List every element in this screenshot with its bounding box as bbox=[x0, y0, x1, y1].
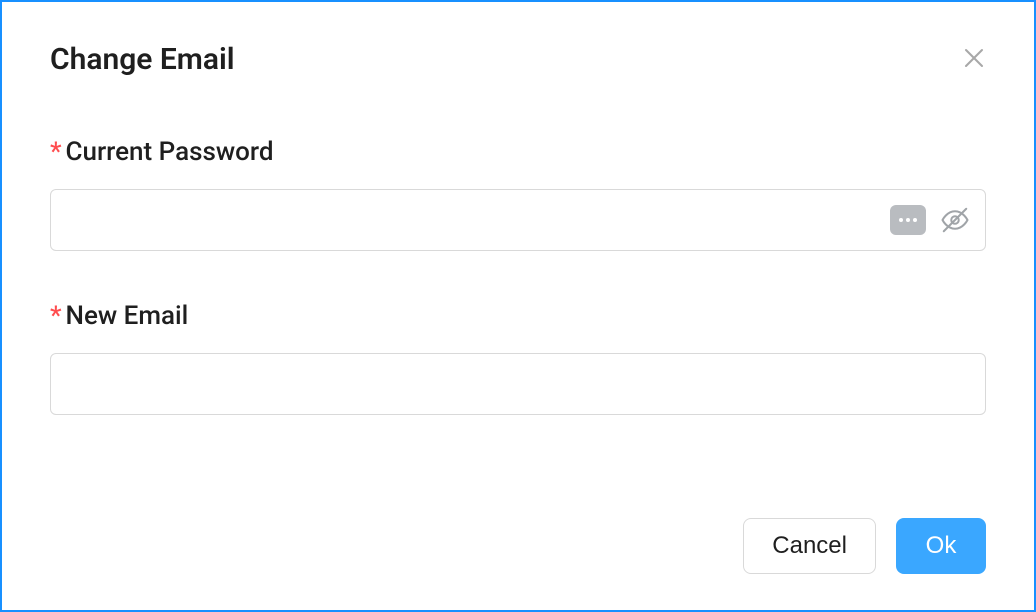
modal-footer: Cancel Ok bbox=[743, 518, 986, 574]
new-email-input-wrapper bbox=[50, 353, 986, 415]
new-email-label: *New Email bbox=[50, 301, 986, 331]
modal-title: Change Email bbox=[50, 42, 235, 77]
current-password-label-text: Current Password bbox=[66, 137, 274, 167]
change-email-modal: Change Email *Current Password bbox=[2, 2, 1034, 610]
password-manager-icon bbox=[890, 205, 926, 235]
ok-button[interactable]: Ok bbox=[896, 518, 986, 574]
current-password-input-wrapper bbox=[50, 189, 986, 251]
modal-header: Change Email bbox=[50, 42, 986, 77]
new-email-label-text: New Email bbox=[66, 301, 189, 331]
eye-off-icon bbox=[940, 205, 970, 235]
cancel-button[interactable]: Cancel bbox=[743, 518, 876, 574]
close-icon bbox=[962, 45, 986, 76]
toggle-password-visibility[interactable] bbox=[940, 205, 970, 235]
new-email-input[interactable] bbox=[50, 353, 986, 415]
input-icons bbox=[890, 205, 970, 235]
close-button[interactable] bbox=[962, 46, 986, 75]
current-password-label: *Current Password bbox=[50, 137, 986, 167]
required-asterisk: * bbox=[50, 301, 62, 331]
required-asterisk: * bbox=[50, 137, 62, 167]
current-password-input[interactable] bbox=[50, 189, 986, 251]
current-password-group: *Current Password bbox=[50, 137, 986, 251]
new-email-group: *New Email bbox=[50, 301, 986, 415]
